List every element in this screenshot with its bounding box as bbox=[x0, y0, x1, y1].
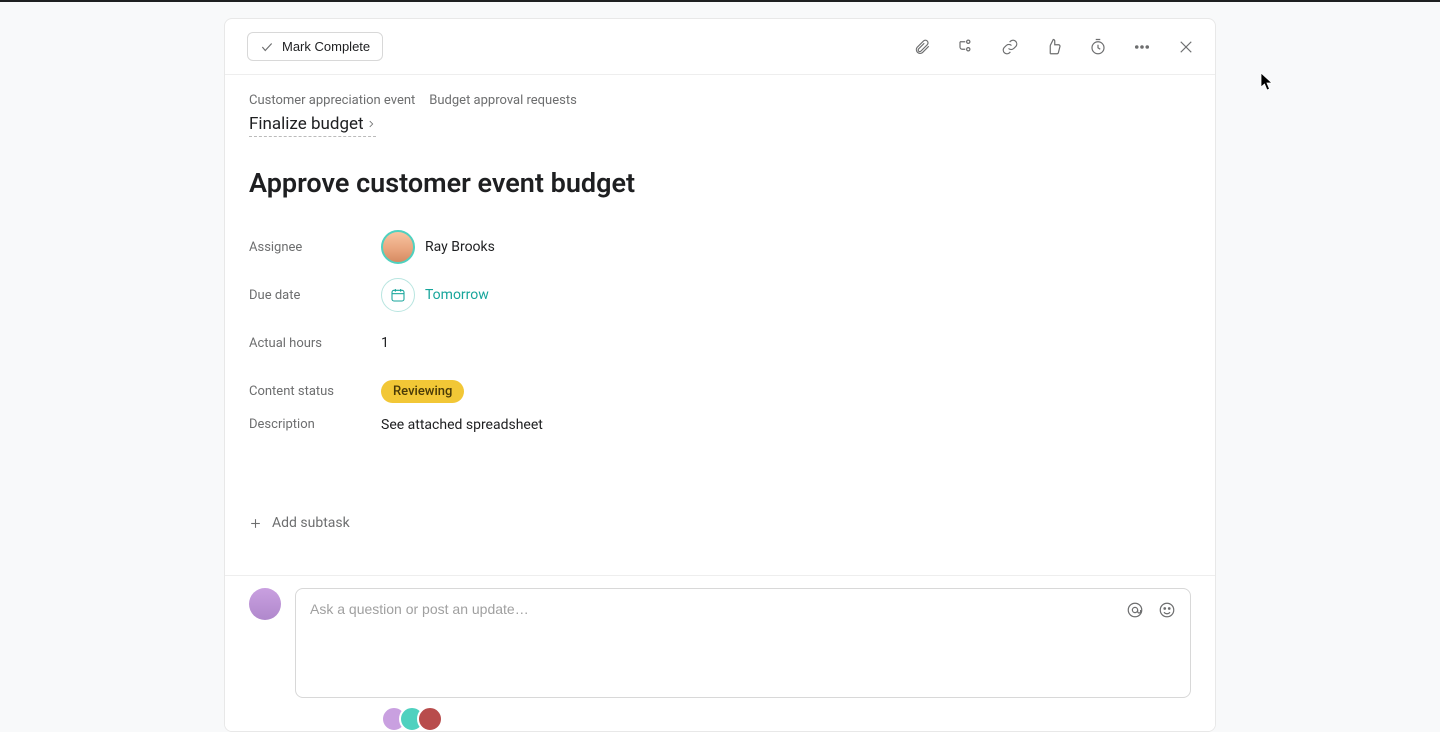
breadcrumb-item[interactable]: Customer appreciation event bbox=[249, 93, 415, 108]
like-icon[interactable] bbox=[1043, 36, 1065, 58]
description-label: Description bbox=[249, 417, 381, 432]
window-top-bar bbox=[0, 0, 1440, 2]
task-title[interactable]: Approve customer event budget bbox=[249, 167, 1191, 199]
attachment-icon[interactable] bbox=[911, 36, 933, 58]
assignee-avatar bbox=[381, 230, 415, 264]
actual-hours-value[interactable]: 1 bbox=[381, 335, 389, 351]
panel-body: Customer appreciation event Budget appro… bbox=[225, 75, 1215, 575]
header-actions bbox=[911, 36, 1197, 58]
collaborator-avatar[interactable] bbox=[417, 706, 443, 732]
due-date-row: Due date Tomorrow bbox=[249, 273, 1191, 317]
mention-icon[interactable] bbox=[1124, 599, 1146, 621]
timer-icon[interactable] bbox=[1087, 36, 1109, 58]
add-subtask-label: Add subtask bbox=[272, 515, 350, 531]
more-icon[interactable] bbox=[1131, 36, 1153, 58]
breadcrumb-item[interactable]: Budget approval requests bbox=[429, 93, 577, 108]
current-user-avatar bbox=[249, 588, 281, 620]
status-badge: Reviewing bbox=[381, 380, 464, 403]
copy-link-icon[interactable] bbox=[999, 36, 1021, 58]
assignee-name: Ray Brooks bbox=[425, 239, 495, 255]
content-status-value[interactable]: Reviewing bbox=[381, 380, 464, 403]
mark-complete-label: Mark Complete bbox=[282, 39, 370, 54]
assignee-value[interactable]: Ray Brooks bbox=[381, 230, 495, 264]
due-date-label: Due date bbox=[249, 288, 381, 303]
check-icon bbox=[260, 40, 274, 54]
parent-task-label: Finalize budget bbox=[249, 114, 364, 134]
due-date-value[interactable]: Tomorrow bbox=[381, 278, 489, 312]
comment-toolbar bbox=[1124, 599, 1178, 621]
description-row: Description See attached spreadsheet bbox=[249, 417, 1191, 461]
due-date-text: Tomorrow bbox=[425, 287, 489, 303]
plus-icon bbox=[249, 517, 262, 530]
chevron-right-icon bbox=[366, 119, 376, 129]
mark-complete-button[interactable]: Mark Complete bbox=[247, 32, 383, 61]
actual-hours-label: Actual hours bbox=[249, 336, 381, 351]
comment-area bbox=[225, 575, 1215, 731]
calendar-icon bbox=[381, 278, 415, 312]
content-status-label: Content status bbox=[249, 384, 381, 399]
comment-row bbox=[249, 588, 1191, 698]
breadcrumb: Customer appreciation event Budget appro… bbox=[249, 93, 1191, 108]
add-subtask-button[interactable]: Add subtask bbox=[249, 515, 350, 531]
comment-input[interactable] bbox=[310, 601, 1176, 617]
panel-header: Mark Complete bbox=[225, 19, 1215, 75]
subtask-icon[interactable] bbox=[955, 36, 977, 58]
close-icon[interactable] bbox=[1175, 36, 1197, 58]
task-detail-panel: Mark Complete bbox=[224, 18, 1216, 732]
comment-box[interactable] bbox=[295, 588, 1191, 698]
assignee-label: Assignee bbox=[249, 240, 381, 255]
content-status-row: Content status Reviewing bbox=[249, 369, 1191, 413]
description-value[interactable]: See attached spreadsheet bbox=[381, 417, 543, 433]
collaborators-row bbox=[249, 706, 1191, 732]
assignee-row: Assignee Ray Brooks bbox=[249, 225, 1191, 269]
actual-hours-row: Actual hours 1 bbox=[249, 321, 1191, 365]
mouse-cursor bbox=[1260, 72, 1274, 92]
parent-task-link[interactable]: Finalize budget bbox=[249, 114, 376, 137]
emoji-icon[interactable] bbox=[1156, 599, 1178, 621]
